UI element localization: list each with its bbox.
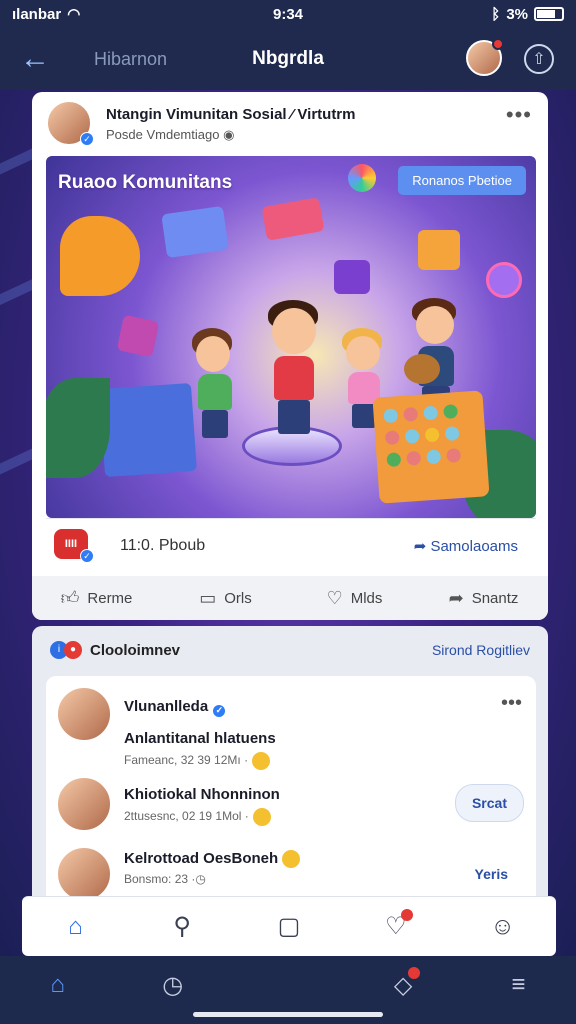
profile-icon[interactable]: ☺ xyxy=(478,905,528,949)
friend-action-button[interactable]: Yeris xyxy=(459,856,524,892)
gift-icon xyxy=(116,314,160,358)
friends-list: Vlunanlleda ✓ ••• Anlantitanal hlatuens … xyxy=(46,676,536,896)
device-stack-icon xyxy=(99,382,197,478)
friend-name[interactable]: Vlunanlleda ✓ xyxy=(124,698,227,718)
share-arrow-icon: ➦ xyxy=(448,587,464,608)
chat-card-icon xyxy=(161,205,229,259)
share-link[interactable]: ➦ Samolaoams xyxy=(414,537,518,555)
status-bar: ılanbar ◠ 9:34 ᛒ 3% xyxy=(0,0,576,28)
post-hero-image[interactable]: Ruaoo Komunitans Ronanos Pbetioe xyxy=(46,156,536,518)
action-share-button[interactable]: ➦ Snantz xyxy=(419,576,548,620)
profile-avatar[interactable] xyxy=(466,38,504,76)
friend-meta-text: Fameanc, 32 39 12Mı · xyxy=(124,753,249,768)
emoji-icon xyxy=(252,752,271,770)
list-item[interactable]: Khiotiokal Nhonninon 2ttusesnc, 02 19 1M… xyxy=(46,776,536,836)
emoji-icon xyxy=(282,850,301,869)
verified-icon: ✓ xyxy=(80,549,94,563)
post-author[interactable]: Ntangin Vimunitan Sosial ⁄ Virtutrm xyxy=(106,106,356,123)
friends-header: i ● Clooloimnev Sirond Rogitliev xyxy=(32,626,548,674)
friend-name[interactable]: Anlantitanal hlatuens xyxy=(124,730,276,747)
see-all-link[interactable]: Sirond Rogitliev xyxy=(432,642,530,658)
action-label: Orls xyxy=(224,589,252,607)
thumbs-up-icon: 👍︎ xyxy=(60,588,80,608)
post-actions: 👍︎ Rerme ▭ Orls ♡ Mlds ➦ Snantz xyxy=(32,576,548,620)
friends-heading: Clooloimnev xyxy=(90,641,181,659)
notification-dot xyxy=(492,38,504,50)
share-icon[interactable]: ⇧ xyxy=(524,44,554,74)
back-arrow-icon[interactable]: ← xyxy=(20,42,60,76)
share-link-label: Samolaoams xyxy=(430,538,518,555)
notification-dot xyxy=(408,967,421,979)
photo-panel xyxy=(372,390,490,504)
action-label: Snantz xyxy=(471,589,519,607)
friend-meta: Fameanc, 32 39 12Mı · xyxy=(124,752,271,770)
hero-title: Ruaoo Komunitans xyxy=(58,172,233,193)
action-label: Mlds xyxy=(350,589,383,607)
post-header: ✓ Ntangin Vimunitan Sosial ⁄ Virtutrm Po… xyxy=(32,92,548,156)
friend-meta-text: Bonsmo: 23 · xyxy=(124,872,196,886)
friend-avatar[interactable] xyxy=(56,846,112,896)
friend-action-button[interactable]: Srcat xyxy=(454,784,524,822)
header-subtitle[interactable]: Hibarnon xyxy=(94,49,167,70)
ticket-icon xyxy=(261,197,325,241)
post-meta: Posde Vmdemtiago ◉ xyxy=(106,127,234,143)
heart-icon: ♡ xyxy=(326,587,343,608)
list-item[interactable]: Anlantitanal hlatuens Fameanc, 32 39 12M… xyxy=(46,730,536,770)
home-icon[interactable]: ⌂ xyxy=(50,905,100,949)
clock-icon[interactable]: ◷ xyxy=(148,963,198,1007)
badge-sticker-icon xyxy=(60,216,140,296)
camera-icon xyxy=(418,230,460,270)
action-like-button[interactable]: 👍︎ Rerme xyxy=(32,576,161,620)
music-bubble-icon xyxy=(486,262,522,298)
app-tab-bar: ⌂ ⚲ ▢ ♡ ☺ xyxy=(22,896,556,956)
more-options-icon[interactable]: ••• xyxy=(506,102,532,128)
globe-icon: ◉ xyxy=(223,127,235,142)
status-time: 9:34 xyxy=(272,5,304,23)
guitar-icon xyxy=(404,354,440,384)
app-header: ← Hibarnon Nbgrdla ⇧ xyxy=(0,28,576,90)
friend-name-text: Kelrottoad OesBoneh xyxy=(124,850,279,867)
action-label: Rerme xyxy=(87,589,133,607)
friend-name-text: Vlunanlleda xyxy=(124,698,209,715)
hero-button[interactable]: Ronanos Pbetioe xyxy=(398,166,526,195)
share-arrow-icon: ➦ xyxy=(413,538,431,555)
friend-name[interactable]: Kelrottoad OesBoneh xyxy=(124,850,301,869)
verified-icon: ✓ xyxy=(212,703,227,718)
home-icon[interactable]: ⌂ xyxy=(33,963,83,1007)
friend-meta: 2ttusesnc, 02 19 1Mol · xyxy=(124,808,271,826)
leaf-decoration xyxy=(46,378,110,478)
clock-icon: ◷ xyxy=(195,872,206,886)
friend-avatar[interactable] xyxy=(56,776,112,832)
friend-meta: Bonsmo: 23 ·◷ xyxy=(124,872,206,886)
confetti-box-icon xyxy=(334,260,370,294)
post-card: ✓ Ntangin Vimunitan Sosial ⁄ Virtutrm Po… xyxy=(32,92,548,620)
friend-meta-text: 2ttusesnc, 02 19 1Mol · xyxy=(124,809,249,824)
notifications-icon[interactable]: ♡ xyxy=(371,905,421,949)
bell-icon[interactable]: ◇ xyxy=(378,963,428,1007)
action-love-button[interactable]: ♡ Mlds xyxy=(290,576,419,620)
friend-name[interactable]: Khiotiokal Nhonninon xyxy=(124,786,280,803)
post-stats: IIII ✓ 11:0. Pboub ➦ Samolaoams xyxy=(46,518,536,574)
emoji-icon xyxy=(252,808,271,826)
messenger-icon[interactable]: ▢ xyxy=(264,905,314,949)
comment-icon: ▭ xyxy=(199,587,217,608)
friends-card: i ● Clooloimnev Sirond Rogitliev Vlunanll… xyxy=(32,626,548,896)
home-indicator xyxy=(193,1012,383,1017)
battery-icon xyxy=(534,7,564,21)
list-item[interactable]: Kelrottoad OesBoneh Bonsmo: 23 ·◷ Yeris xyxy=(46,846,536,896)
verified-icon: ✓ xyxy=(80,132,94,146)
action-comment-button[interactable]: ▭ Orls xyxy=(161,576,290,620)
reaction-count[interactable]: 11:0. Pboub xyxy=(120,537,205,555)
ball-icon xyxy=(348,164,376,192)
friends-group-icon: i ● xyxy=(50,641,82,659)
menu-icon[interactable]: ≡ xyxy=(493,963,543,1007)
notification-dot xyxy=(400,908,413,921)
more-options-icon[interactable]: ••• xyxy=(501,692,522,715)
search-icon[interactable]: ⚲ xyxy=(157,905,207,949)
post-meta-text: Posde Vmdemtiago xyxy=(106,127,220,142)
